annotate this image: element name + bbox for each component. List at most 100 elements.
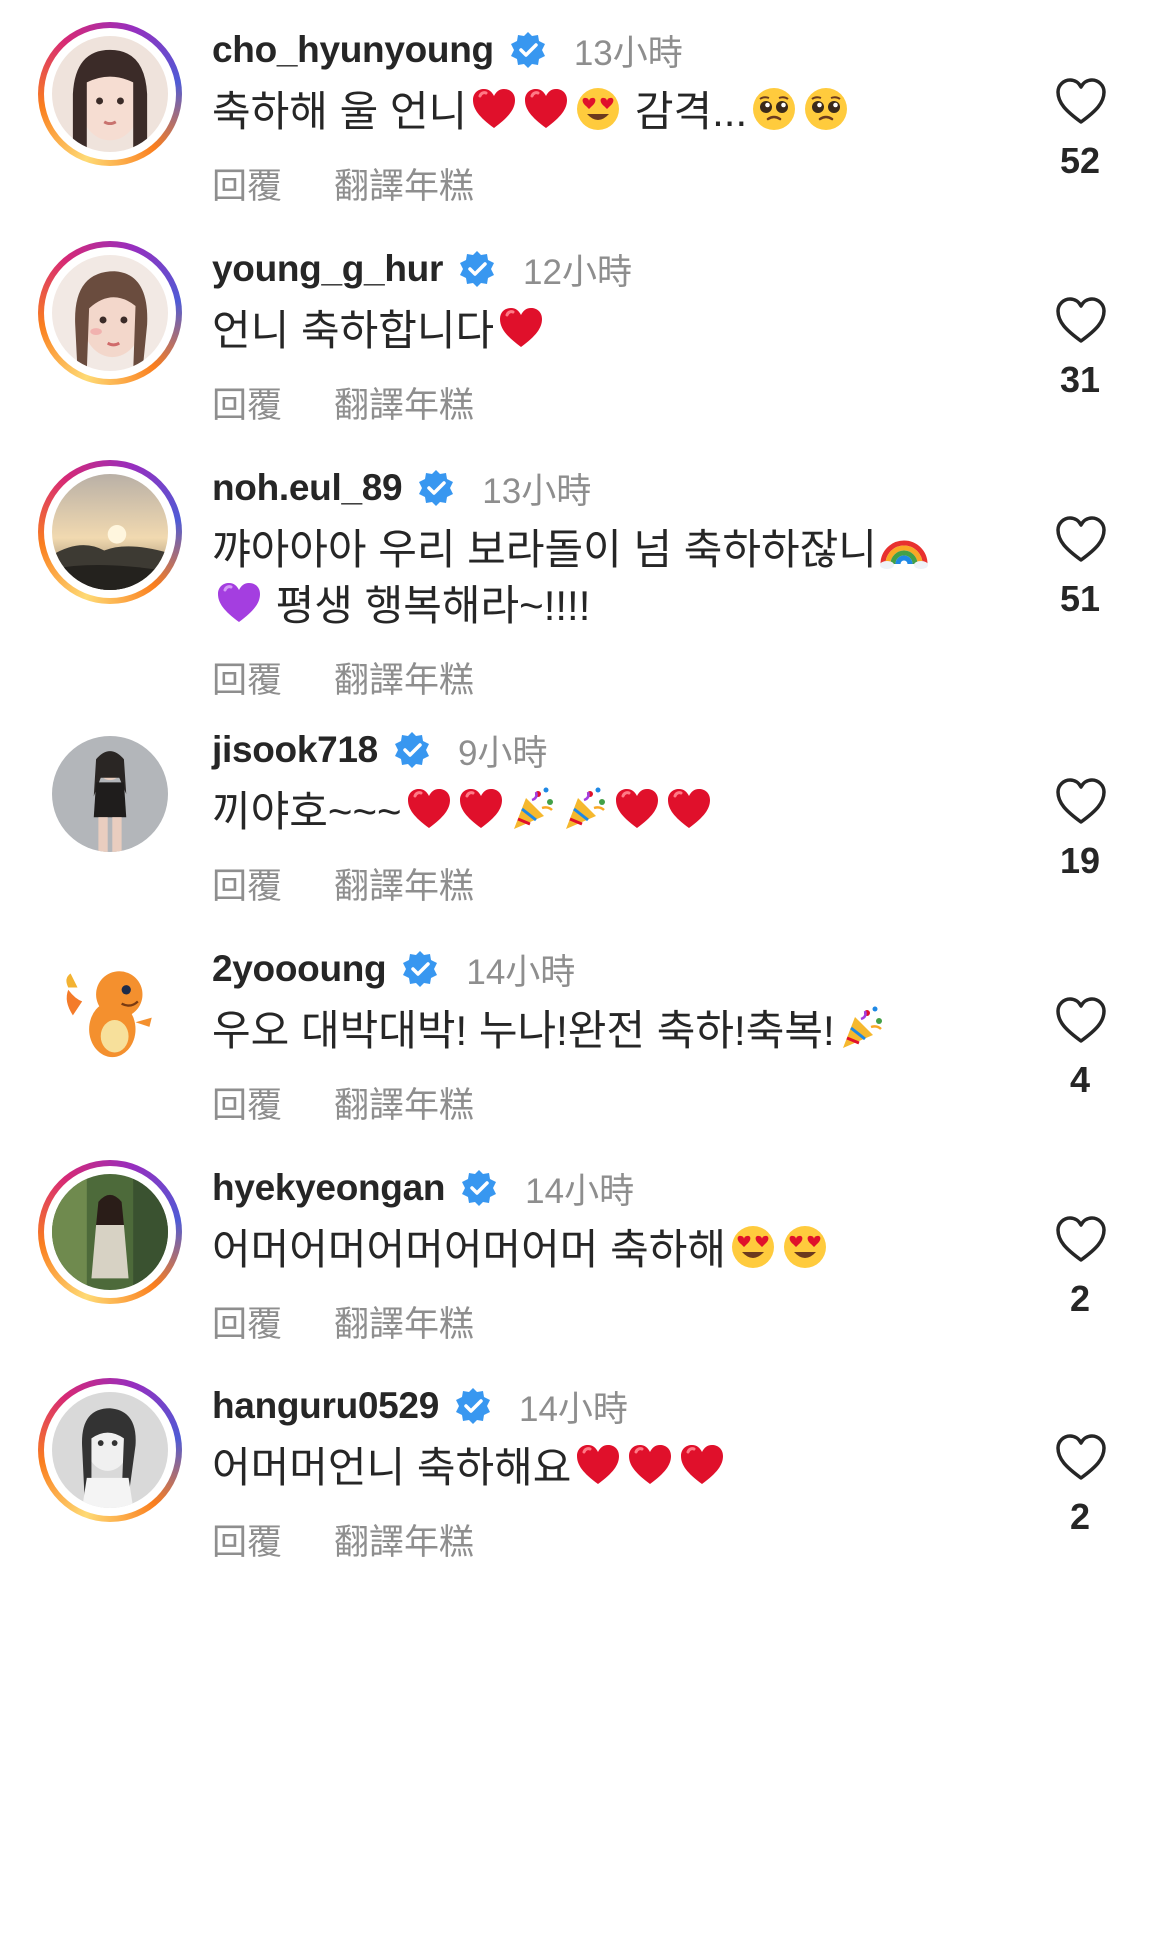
- reply-button[interactable]: 回覆: [212, 652, 282, 703]
- comment-text-line: 어머머언니 축하해요: [212, 1440, 972, 1496]
- reply-button[interactable]: 回覆: [212, 158, 282, 209]
- comment-text-line: 끼야호~~~: [212, 784, 972, 840]
- heart-outline-icon[interactable]: [1054, 995, 1108, 1045]
- translate-button[interactable]: 翻譯年糕: [334, 1077, 474, 1128]
- reply-button[interactable]: 回覆: [212, 858, 282, 909]
- heart-outline-icon[interactable]: [1054, 1214, 1108, 1264]
- username[interactable]: hanguru0529: [212, 1385, 439, 1427]
- heart-outline-icon[interactable]: [1054, 76, 1108, 126]
- translate-button[interactable]: 翻譯年糕: [334, 377, 474, 428]
- heart-outline-icon[interactable]: [1054, 514, 1108, 564]
- translate-button[interactable]: 翻譯年糕: [334, 1514, 474, 1565]
- comment-actions: 回覆 翻譯年糕: [212, 1077, 474, 1128]
- comment-text-segment: 평생 행복해라~!!!!: [264, 582, 591, 629]
- comment-text-segment: 언니 축하합니다: [212, 307, 495, 354]
- heart-emoji-icon: [404, 784, 454, 834]
- heart-eyes-emoji-icon: [728, 1222, 778, 1272]
- party-emoji-icon: [560, 784, 610, 834]
- like-count: 31: [1059, 359, 1101, 400]
- comment-text-segment: 감격...: [623, 88, 748, 135]
- heart-outline-icon[interactable]: [1054, 776, 1108, 826]
- comment-header: 2yoooung 14小時: [212, 941, 575, 997]
- comment-actions: 回覆 翻譯年糕: [212, 377, 474, 428]
- reply-button[interactable]: 回覆: [212, 1514, 282, 1565]
- comment-actions: 回覆 翻譯年糕: [212, 1296, 474, 1347]
- comment-text: 어머어머어머어머어머 축하해: [212, 1222, 972, 1278]
- heart-emoji-icon: [573, 1440, 623, 1490]
- comment-text-line: 꺄아아아 우리 보라돌이 넘 축하하잖니: [212, 522, 972, 578]
- avatar[interactable]: [38, 241, 182, 385]
- comment-text: 우오 대박대박! 누나!완전 축하!축복!: [212, 1003, 972, 1059]
- comment-text-segment: 끼야호~~~: [212, 788, 402, 835]
- like-count: 19: [1059, 840, 1101, 881]
- avatar-image: [52, 474, 168, 590]
- reply-button[interactable]: 回覆: [212, 1077, 282, 1128]
- like-count: 4: [1069, 1059, 1091, 1100]
- party-emoji-icon: [508, 784, 558, 834]
- username[interactable]: cho_hyunyoung: [212, 29, 494, 71]
- username[interactable]: 2yoooung: [212, 948, 387, 990]
- like-count: 2: [1069, 1496, 1091, 1537]
- heart-emoji-icon: [521, 84, 571, 134]
- translate-button[interactable]: 翻譯年糕: [334, 858, 474, 909]
- timestamp: 13小時: [573, 33, 683, 73]
- timestamp: 14小時: [466, 952, 576, 992]
- comment-text: 끼야호~~~: [212, 784, 972, 840]
- comment-actions: 回覆 翻譯年糕: [212, 652, 474, 703]
- heart-eyes-emoji-icon: [573, 84, 623, 134]
- like-count: 52: [1059, 140, 1101, 181]
- avatar-image: [52, 736, 168, 852]
- pleading-emoji-icon: [749, 84, 799, 134]
- heart-outline-icon[interactable]: [1054, 295, 1108, 345]
- avatar-image: [52, 1174, 168, 1290]
- heart-outline-icon[interactable]: [1054, 1432, 1108, 1482]
- like-count: 51: [1059, 578, 1101, 619]
- reply-button[interactable]: 回覆: [212, 1296, 282, 1347]
- comment-text-line: 축하해 울 언니 감격...: [212, 84, 972, 140]
- avatar[interactable]: [38, 1378, 182, 1522]
- comment-text-segment: 어머어머어머어머어머 축하해: [212, 1226, 726, 1273]
- comment-text-line: 어머어머어머어머어머 축하해: [212, 1222, 972, 1278]
- avatar[interactable]: [38, 1160, 182, 1304]
- comment-text-segment: 꺄아아아 우리 보라돌이 넘 축하하잖니: [212, 526, 877, 573]
- username[interactable]: noh.eul_89: [212, 467, 403, 509]
- avatar[interactable]: [38, 722, 182, 866]
- verified-badge-icon: [508, 30, 548, 70]
- timestamp: 14小時: [519, 1389, 628, 1429]
- translate-button[interactable]: 翻譯年糕: [334, 1296, 474, 1347]
- avatar[interactable]: [38, 941, 182, 1085]
- comment-actions: 回覆 翻譯年糕: [212, 1514, 474, 1565]
- timestamp: 9小時: [457, 733, 548, 773]
- comment-text: 꺄아아아 우리 보라돌이 넘 축하하잖니 평생 행복해라~!!!!: [212, 522, 972, 634]
- comment-text-line: 평생 행복해라~!!!!: [212, 578, 972, 634]
- verified-badge-icon: [453, 1386, 493, 1426]
- avatar[interactable]: [38, 22, 182, 166]
- translate-button[interactable]: 翻譯年糕: [334, 158, 474, 209]
- verified-badge-icon: [392, 730, 432, 770]
- username[interactable]: young_g_hur: [212, 248, 443, 290]
- comment-actions: 回覆 翻譯年糕: [212, 158, 474, 209]
- comment-header: hanguru0529 14小時: [212, 1378, 628, 1434]
- comment-header: noh.eul_89 13小時: [212, 460, 591, 516]
- comment-header: jisook718 9小時: [212, 722, 547, 778]
- username[interactable]: jisook718: [212, 729, 378, 771]
- pleading-emoji-icon: [801, 84, 851, 134]
- reply-button[interactable]: 回覆: [212, 377, 282, 428]
- avatar-image: [52, 255, 168, 371]
- heart-emoji-icon: [612, 784, 662, 834]
- timestamp: 12小時: [523, 252, 632, 292]
- verified-badge-icon: [400, 949, 440, 989]
- translate-button[interactable]: 翻譯年糕: [334, 652, 474, 703]
- heart-emoji-icon: [469, 84, 519, 134]
- heart-emoji-icon: [677, 1440, 727, 1490]
- avatar-image: [52, 955, 168, 1071]
- heart-emoji-icon: [664, 784, 714, 834]
- comment-text-line: 언니 축하합니다: [212, 303, 972, 359]
- comment-text: 언니 축하합니다: [212, 303, 972, 359]
- verified-badge-icon: [459, 1168, 499, 1208]
- avatar-image: [52, 1392, 168, 1508]
- comment-text-line: 우오 대박대박! 누나!완전 축하!축복!: [212, 1003, 972, 1059]
- avatar[interactable]: [38, 460, 182, 604]
- heart-emoji-icon: [625, 1440, 675, 1490]
- username[interactable]: hyekyeongan: [212, 1167, 445, 1209]
